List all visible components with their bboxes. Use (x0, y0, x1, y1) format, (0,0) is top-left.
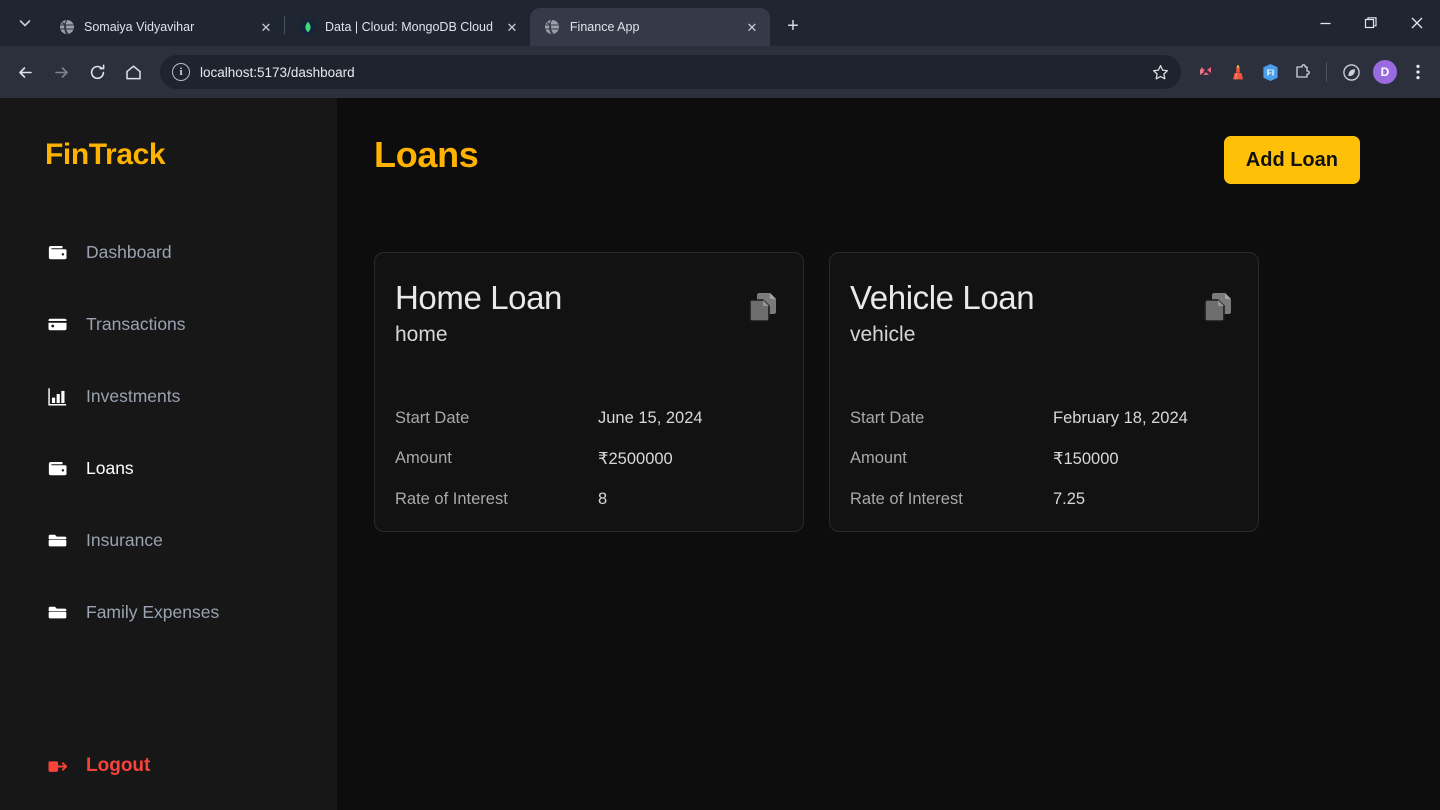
sidebar-item-label: Dashboard (86, 241, 172, 262)
fi-blue-icon[interactable]: FI (1255, 57, 1285, 87)
lighthouse-red-icon[interactable] (1223, 57, 1253, 87)
credit-card-icon (45, 312, 69, 336)
sidebar-item-loans[interactable]: Loans (0, 448, 337, 488)
loan-card[interactable]: Home Loan home Start Date June 15, 2024 (374, 252, 804, 532)
bar-chart-icon (45, 384, 69, 408)
loan-detail-row: Start Date June 15, 2024 (395, 409, 781, 428)
page-title: Loans (374, 134, 479, 175)
logout-label: Logout (86, 755, 151, 776)
new-tab-button[interactable]: + (779, 12, 807, 40)
tab-strip: Somaiya Vidyavihar ✕ Data | Cloud: Mongo… (0, 0, 1440, 46)
detail-label: Start Date (395, 408, 470, 427)
loan-card-subtitle: home (395, 322, 448, 346)
browser-tab-3-active[interactable]: Finance App ✕ (529, 8, 770, 46)
reload-button[interactable] (80, 55, 114, 89)
sidebar-item-dashboard[interactable]: Dashboard (0, 232, 337, 272)
tab-title: Data | Cloud: MongoDB Cloud (325, 20, 493, 34)
sidebar-item-label: Insurance (86, 529, 163, 550)
site-info-icon[interactable]: i (172, 63, 190, 81)
globe-icon (58, 19, 75, 36)
window-controls (1302, 0, 1440, 46)
folder-icon (45, 600, 69, 624)
loan-detail-row: Start Date February 18, 2024 (850, 409, 1236, 428)
add-loan-button[interactable]: Add Loan (1223, 136, 1360, 184)
logout-button[interactable]: Logout (0, 754, 337, 778)
tab-close-icon[interactable]: ✕ (742, 17, 762, 37)
detail-value: June 15, 2024 (598, 408, 703, 427)
folder-icon (45, 528, 69, 552)
loan-card[interactable]: Vehicle Loan vehicle Start Date February… (829, 252, 1259, 532)
home-button[interactable] (116, 55, 150, 89)
wallet-icon (45, 456, 69, 480)
window-minimize-button[interactable] (1302, 0, 1348, 46)
url-text: localhost:5173/dashboard (200, 64, 355, 80)
detail-label: Rate of Interest (850, 489, 963, 508)
sidebar-item-label: Family Expenses (86, 601, 220, 622)
logout-icon (45, 754, 69, 778)
sidebar-item-label: Loans (86, 457, 134, 478)
detail-value: ₹2500000 (598, 449, 673, 468)
copy-documents-icon[interactable] (745, 289, 781, 325)
profile-avatar[interactable]: D (1373, 60, 1397, 84)
main-content: Loans Add Loan Home Loan home Start Date… (337, 98, 1440, 810)
sidebar-item-label: Transactions (86, 313, 186, 334)
browser-toolbar: i localhost:5173/dashboard FI D (0, 46, 1440, 98)
loan-card-title: Home Loan (395, 279, 563, 316)
tab-search-dropdown-button[interactable] (10, 8, 40, 38)
detail-value: 7.25 (1053, 489, 1086, 508)
window-maximize-restore-button[interactable] (1348, 0, 1394, 46)
svg-text:FI: FI (1266, 67, 1273, 77)
globe-icon (544, 19, 561, 36)
sidebar-item-label: Investments (86, 385, 181, 406)
extensions-puzzle-icon[interactable] (1287, 57, 1317, 87)
copy-documents-icon[interactable] (1200, 289, 1236, 325)
detail-value: 8 (598, 489, 608, 508)
loan-detail-row: Amount ₹2500000 (395, 449, 781, 469)
browser-tab-1[interactable]: Somaiya Vidyavihar ✕ (44, 8, 284, 46)
sidebar-item-family-expenses[interactable]: Family Expenses (0, 592, 337, 632)
wallet-icon (45, 240, 69, 264)
sidebar-item-transactions[interactable]: Transactions (0, 304, 337, 344)
loan-card-header: Vehicle Loan vehicle (850, 279, 1236, 347)
tab-title: Finance App (569, 20, 640, 34)
sidebar-nav: Dashboard Transactions Investments Loans… (0, 232, 337, 664)
browser-menu-kebab-icon[interactable] (1404, 58, 1432, 86)
mongodb-leaf-icon (299, 19, 316, 36)
address-bar[interactable]: i localhost:5173/dashboard (160, 55, 1181, 89)
loan-detail-row: Amount ₹150000 (850, 449, 1236, 469)
sidebar-item-investments[interactable]: Investments (0, 376, 337, 416)
loan-card-details: Start Date February 18, 2024 Amount ₹150… (850, 409, 1236, 509)
detail-label: Start Date (850, 408, 925, 427)
back-button[interactable] (8, 55, 42, 89)
tab-close-icon[interactable]: ✕ (256, 17, 276, 37)
main-header: Loans Add Loan (374, 136, 1360, 184)
app-sidebar: FinTrack Dashboard Transactions Investme… (0, 98, 337, 810)
detail-label: Rate of Interest (395, 489, 508, 508)
browser-tab-2[interactable]: Data | Cloud: MongoDB Cloud ✕ (285, 8, 530, 46)
detail-value: ₹150000 (1053, 449, 1119, 468)
browser-window: Somaiya Vidyavihar ✕ Data | Cloud: Mongo… (0, 0, 1440, 810)
bookmark-star-icon[interactable] (1145, 57, 1175, 87)
loan-card-subtitle: vehicle (850, 322, 916, 346)
window-close-button[interactable] (1394, 0, 1440, 46)
sidebar-item-insurance[interactable]: Insurance (0, 520, 337, 560)
loan-card-header: Home Loan home (395, 279, 781, 347)
app-page: FinTrack Dashboard Transactions Investme… (0, 98, 1440, 810)
detail-label: Amount (850, 448, 907, 467)
tab-title: Somaiya Vidyavihar (84, 20, 195, 34)
app-brand-logo: FinTrack (45, 138, 166, 171)
tab-close-icon[interactable]: ✕ (502, 17, 522, 37)
detail-label: Amount (395, 448, 452, 467)
loan-detail-row: Rate of Interest 7.25 (850, 490, 1236, 509)
puzzle-pink-icon[interactable] (1191, 57, 1221, 87)
leaf-badge-icon[interactable] (1336, 57, 1366, 87)
loan-cards-grid: Home Loan home Start Date June 15, 2024 (374, 252, 1360, 532)
toolbar-divider (1326, 62, 1327, 82)
forward-button[interactable] (44, 55, 78, 89)
loan-card-title: Vehicle Loan (850, 279, 1035, 316)
loan-detail-row: Rate of Interest 8 (395, 490, 781, 509)
detail-value: February 18, 2024 (1053, 408, 1188, 427)
loan-card-details: Start Date June 15, 2024 Amount ₹2500000… (395, 409, 781, 509)
